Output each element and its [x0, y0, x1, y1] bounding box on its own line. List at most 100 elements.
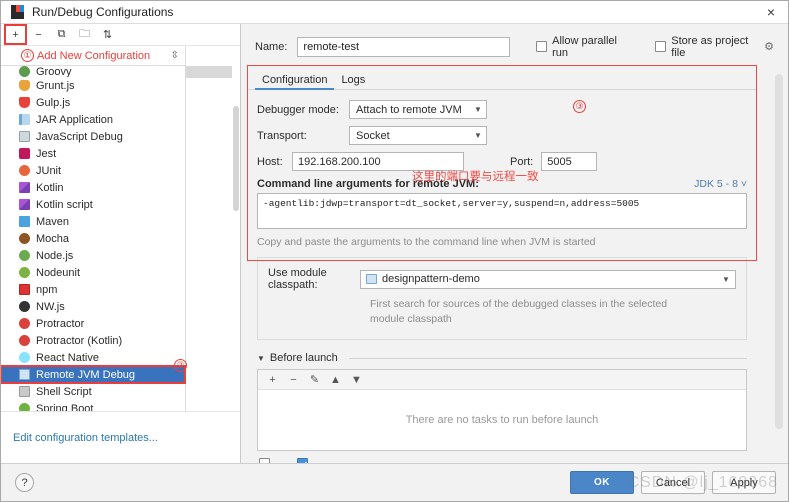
tab-configuration[interactable]: Configuration: [255, 74, 334, 89]
jest-icon: [19, 148, 31, 160]
jdk-version-selector[interactable]: JDK 5 - 8 ˅: [694, 178, 747, 190]
name-row: Name: remote-test Allow parallel run Sto…: [241, 24, 788, 69]
list-item[interactable]: Jest: [1, 145, 185, 162]
list-item-label: Kotlin script: [36, 199, 93, 211]
command-line-arguments-input[interactable]: -agentlib:jdwp=transport=dt_socket,serve…: [257, 193, 747, 229]
list-item-label: NW.js: [36, 301, 65, 313]
list-item[interactable]: Kotlin: [1, 179, 185, 196]
groovy-icon: [19, 66, 31, 77]
add-configuration-button[interactable]: +: [5, 25, 26, 44]
list-item[interactable]: Grunt.js: [1, 77, 185, 94]
transport-select[interactable]: Socket ▼: [349, 126, 487, 145]
copy-configuration-button[interactable]: ⧉: [51, 25, 72, 44]
configuration-type-list[interactable]: Groovy Grunt.js Gulp.js JAR Application: [1, 66, 186, 411]
allow-parallel-run-checkbox[interactable]: Allow parallel run: [536, 35, 629, 59]
allow-parallel-run-label: Allow parallel run: [552, 35, 629, 59]
detail-pane-scrollbar[interactable]: [774, 68, 784, 451]
edit-configuration-templates-link[interactable]: Edit configuration templates...: [13, 432, 158, 444]
ok-button[interactable]: OK: [570, 471, 634, 494]
list-item-label: Protractor: [36, 318, 84, 330]
module-classpath-value: designpattern-demo: [382, 273, 480, 285]
command-line-hint: Copy and paste the arguments to the comm…: [257, 236, 757, 248]
list-item[interactable]: Maven: [1, 213, 185, 230]
expand-all-icon[interactable]: ⇳: [171, 51, 179, 61]
module-classpath-label: Use module classpath:: [258, 267, 360, 291]
gear-icon[interactable]: ⚙: [764, 40, 774, 53]
help-button[interactable]: ?: [15, 473, 34, 492]
store-as-project-file-checkbox[interactable]: Store as project file: [655, 35, 758, 59]
remove-task-button[interactable]: −: [284, 371, 303, 389]
list-item-label: Node.js: [36, 250, 73, 262]
chevron-down-icon[interactable]: ▼: [257, 354, 265, 363]
sidebar-item-remote-jvm-debug[interactable]: Remote JVM Debug: [1, 366, 185, 383]
add-task-button[interactable]: +: [263, 371, 282, 389]
list-item[interactable]: Protractor: [1, 315, 185, 332]
list-item[interactable]: Nodeunit: [1, 264, 185, 281]
configuration-type-tree: ① Add New Configuration ⇳ Groovy Grunt.j…: [1, 46, 240, 411]
before-launch-header[interactable]: ▼ Before launch: [257, 352, 747, 364]
list-item-label: Spring Boot: [36, 403, 93, 412]
module-classpath-select[interactable]: designpattern-demo ▼: [360, 270, 736, 289]
kotlin-icon: [19, 182, 31, 194]
annotation-marker-2: ②: [174, 359, 187, 372]
mocha-icon: [19, 233, 31, 245]
port-label: Port:: [510, 156, 533, 168]
configurations-toolbar: + − ⧉ 🗀 ⇅: [1, 24, 240, 46]
list-item[interactable]: Gulp.js: [1, 94, 185, 111]
close-icon[interactable]: ×: [762, 3, 780, 21]
grunt-icon: [19, 80, 31, 92]
apply-button[interactable]: Apply: [712, 471, 776, 494]
module-classpath-group: Use module classpath: designpattern-demo…: [257, 257, 747, 340]
list-item[interactable]: Protractor (Kotlin): [1, 332, 185, 349]
module-classpath-row: Use module classpath: designpattern-demo…: [258, 267, 736, 291]
debugger-mode-value: Attach to remote JVM: [356, 104, 462, 116]
tab-logs[interactable]: Logs: [334, 74, 372, 89]
list-item[interactable]: Spring Boot: [1, 400, 185, 411]
host-label: Host:: [257, 156, 292, 168]
move-into-folder-button[interactable]: 🗀: [74, 25, 95, 44]
list-item[interactable]: JavaScript Debug: [1, 128, 185, 145]
list-item[interactable]: React Native: [1, 349, 185, 366]
move-task-down-button[interactable]: ▼: [347, 371, 366, 389]
list-item-label: React Native: [36, 352, 99, 364]
jar-icon: [19, 114, 31, 126]
dialog-body: + − ⧉ 🗀 ⇅ ① Add New Configuration ⇳ Gr: [1, 24, 788, 463]
checkbox-box: [536, 41, 547, 52]
react-native-icon: [19, 352, 31, 364]
list-item[interactable]: Shell Script: [1, 383, 185, 400]
scrollbar-thumb[interactable]: [775, 74, 783, 429]
list-item-label: Nodeunit: [36, 267, 80, 279]
transport-label: Transport:: [257, 130, 349, 142]
module-icon: [366, 274, 377, 284]
list-item[interactable]: Kotlin script: [1, 196, 185, 213]
list-item[interactable]: NW.js: [1, 298, 185, 315]
list-item[interactable]: Groovy: [1, 66, 185, 77]
before-launch-section: ▼ Before launch + − ✎ ▲ ▼: [257, 352, 747, 463]
intellij-idea-icon: [11, 5, 24, 19]
shell-script-icon: [19, 386, 31, 398]
list-item[interactable]: Node.js: [1, 247, 185, 264]
sort-configurations-button[interactable]: ⇅: [97, 25, 118, 44]
kotlin-script-icon: [19, 199, 31, 211]
configuration-detail-pane: Name: remote-test Allow parallel run Sto…: [241, 24, 788, 463]
nodejs-icon: [19, 250, 31, 262]
edit-task-button[interactable]: ✎: [305, 371, 324, 389]
remove-configuration-button[interactable]: −: [28, 25, 49, 44]
name-input[interactable]: remote-test: [297, 37, 510, 57]
add-new-configuration-row[interactable]: ① Add New Configuration ⇳: [1, 46, 186, 66]
list-item-label: JAR Application: [36, 114, 113, 126]
port-input[interactable]: 5005: [541, 152, 597, 171]
list-item[interactable]: JAR Application: [1, 111, 185, 128]
spring-boot-icon: [19, 403, 31, 412]
before-launch-toolbar: + − ✎ ▲ ▼: [258, 370, 746, 390]
javascript-debug-icon: [19, 131, 31, 143]
configuration-list-scrollbar[interactable]: [232, 46, 240, 411]
list-item[interactable]: JUnit: [1, 162, 185, 179]
gulp-icon: [19, 97, 31, 109]
debugger-mode-select[interactable]: Attach to remote JVM ▼: [349, 100, 487, 119]
list-item[interactable]: Mocha: [1, 230, 185, 247]
list-item[interactable]: npm: [1, 281, 185, 298]
move-task-up-button[interactable]: ▲: [326, 371, 345, 389]
scrollbar-thumb[interactable]: [233, 106, 239, 211]
cancel-button[interactable]: Cancel: [641, 471, 705, 494]
